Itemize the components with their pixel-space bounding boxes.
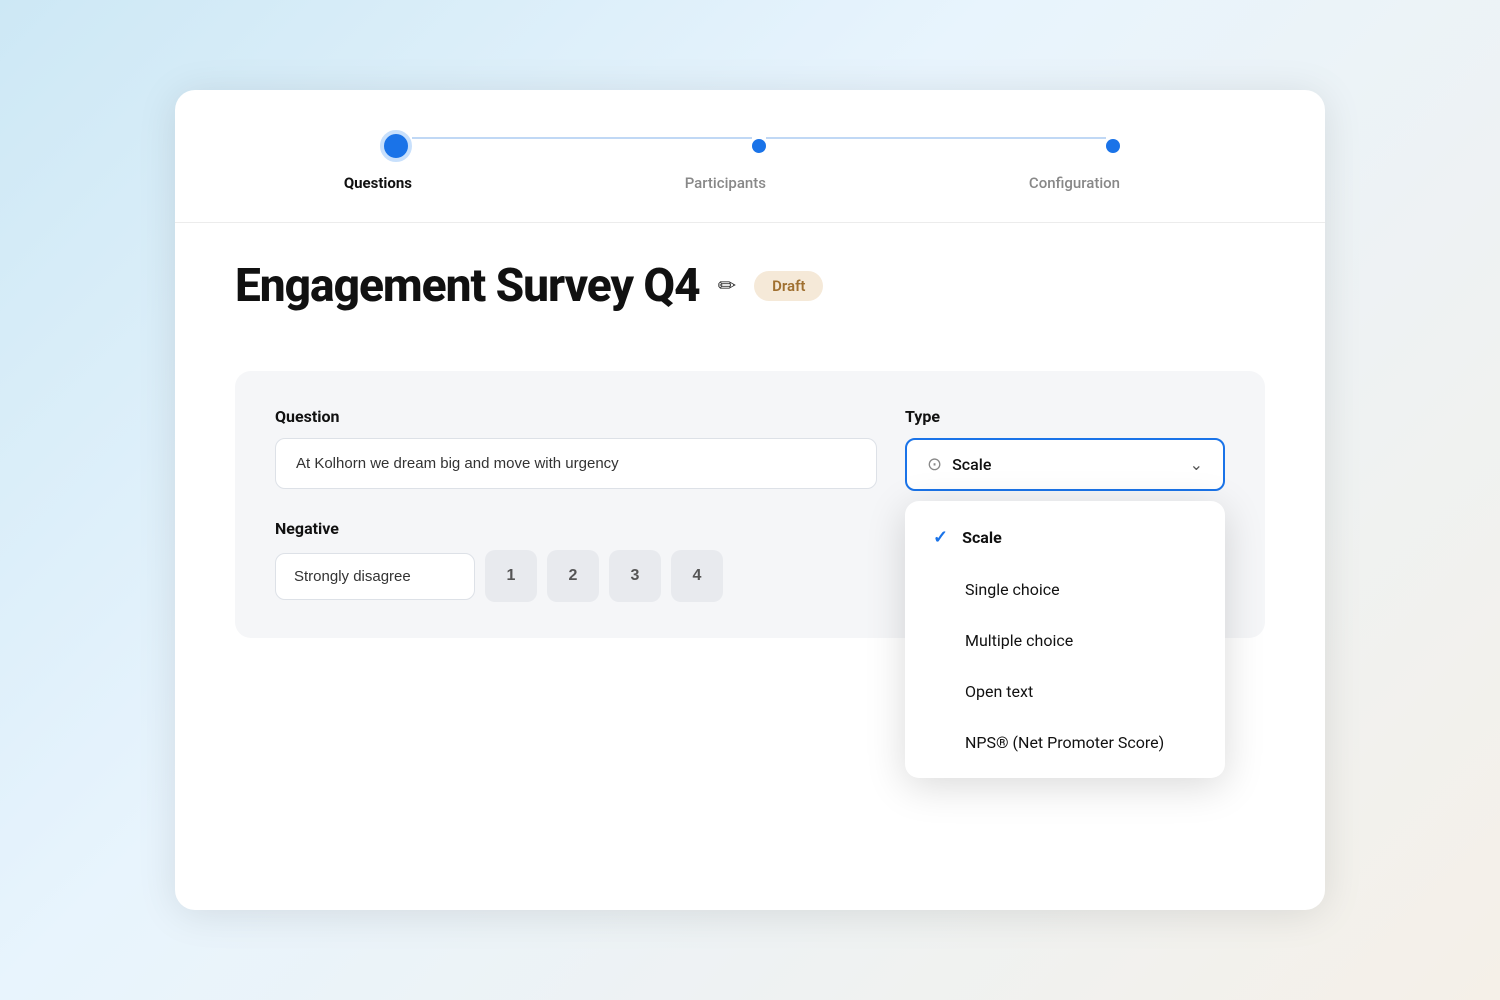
steps-header: Questions Participants Configuration <box>175 90 1325 223</box>
dropdown-item-open-text[interactable]: Open text <box>905 666 1225 717</box>
step-item-questions[interactable] <box>380 130 412 162</box>
type-label: Type <box>905 407 1225 426</box>
dropdown-item-nps[interactable]: NPS® (Net Promoter Score) <box>905 717 1225 768</box>
survey-title: Engagement Survey Q4 <box>235 259 700 313</box>
dropdown-label-multiple-choice: Multiple choice <box>965 631 1073 650</box>
step-label-questions: Questions <box>344 174 412 192</box>
scale-btn-3[interactable]: 3 <box>609 550 661 602</box>
dropdown-item-scale[interactable]: ✓ Scale <box>905 511 1225 564</box>
scale-btn-2[interactable]: 2 <box>547 550 599 602</box>
scale-type-icon: ⊙ <box>927 454 942 475</box>
form-row-1: Question Type ⊙ Scale ⌄ <box>275 407 1225 491</box>
step-item-participants[interactable] <box>752 139 766 153</box>
question-input[interactable] <box>275 438 877 489</box>
step-dot-questions <box>380 130 412 162</box>
form-card: Question Type ⊙ Scale ⌄ <box>235 371 1265 638</box>
dropdown-item-multiple-choice[interactable]: Multiple choice <box>905 615 1225 666</box>
step-line-1 <box>412 137 752 139</box>
steps-track <box>235 130 1265 162</box>
edit-icon[interactable]: ✏ <box>718 274 736 299</box>
type-dropdown-menu: ✓ Scale Single choice Multiple choice <box>905 501 1225 778</box>
form-area: Question Type ⊙ Scale ⌄ <box>175 341 1325 678</box>
type-select[interactable]: ⊙ Scale ⌄ <box>905 438 1225 491</box>
step-dot-configuration <box>1106 139 1120 153</box>
dropdown-label-scale: Scale <box>962 528 1002 547</box>
dropdown-label-single-choice: Single choice <box>965 580 1060 599</box>
scale-btn-4[interactable]: 4 <box>671 550 723 602</box>
main-card: Questions Participants Configuration Eng… <box>175 90 1325 910</box>
step-label-participants: Participants <box>685 174 766 192</box>
title-row: Engagement Survey Q4 ✏ Draft <box>175 223 1325 341</box>
step-dot-participants <box>752 139 766 153</box>
step-label-configuration: Configuration <box>1029 174 1120 192</box>
question-label: Question <box>275 407 877 426</box>
type-field-group: Type ⊙ Scale ⌄ ✓ Scale <box>905 407 1225 491</box>
dropdown-label-nps: NPS® (Net Promoter Score) <box>965 733 1164 752</box>
draft-badge: Draft <box>754 271 823 301</box>
dropdown-item-single-choice[interactable]: Single choice <box>905 564 1225 615</box>
scale-btn-1[interactable]: 1 <box>485 550 537 602</box>
type-selected-label: Scale <box>952 455 991 474</box>
dropdown-label-open-text: Open text <box>965 682 1033 701</box>
step-line-2 <box>766 137 1106 139</box>
question-field-group: Question <box>275 407 877 489</box>
type-select-inner: ⊙ Scale <box>927 454 991 475</box>
step-item-configuration[interactable] <box>1106 139 1120 153</box>
check-icon: ✓ <box>933 527 948 548</box>
chevron-down-icon: ⌄ <box>1190 455 1203 474</box>
negative-input[interactable] <box>275 553 475 600</box>
